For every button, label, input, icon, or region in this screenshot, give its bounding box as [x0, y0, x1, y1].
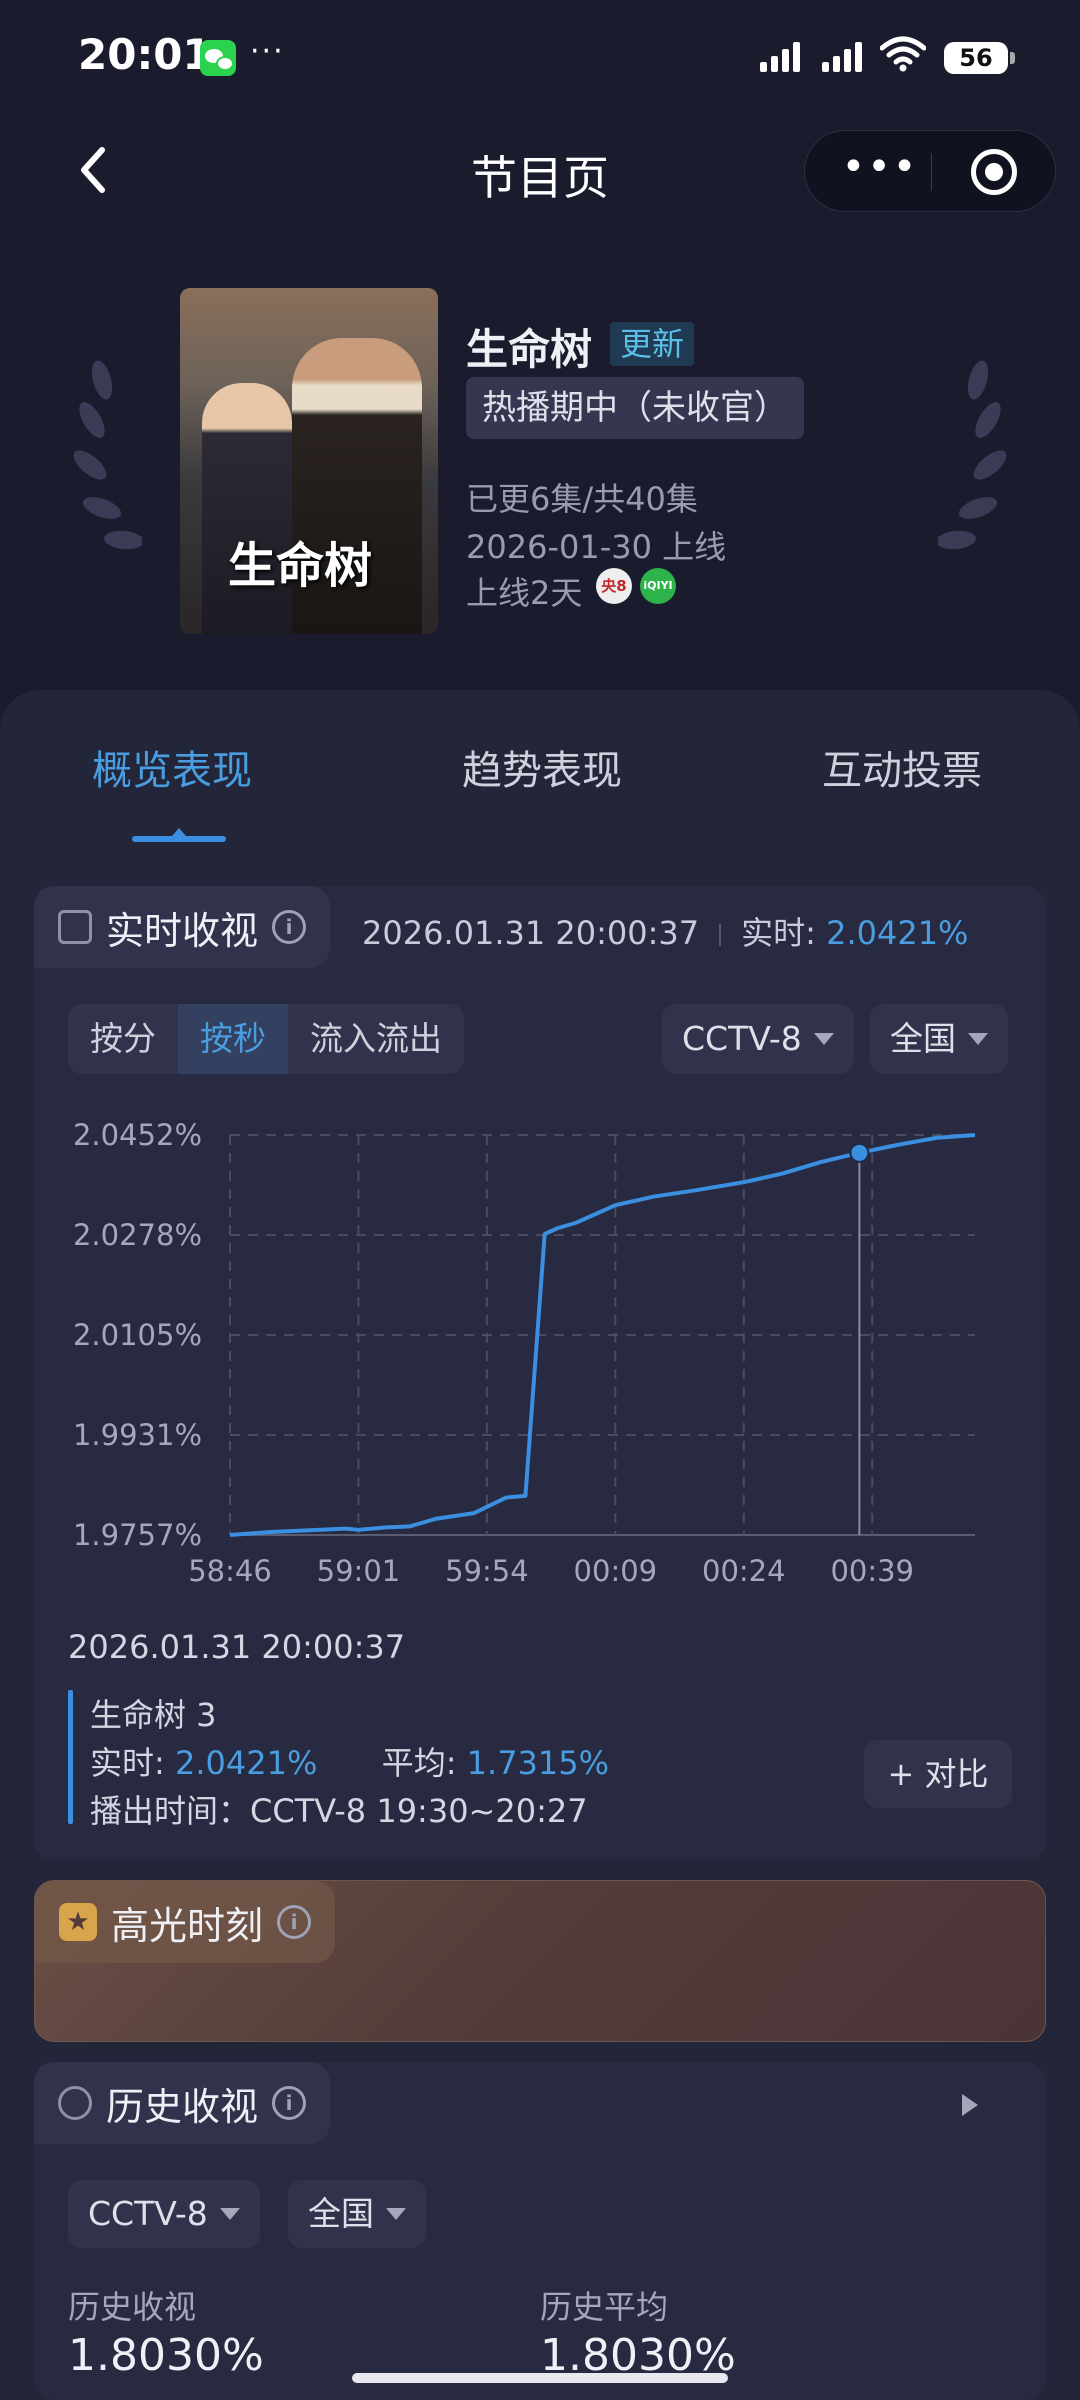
mini-program-capsule: ••• — [804, 130, 1056, 212]
wifi-icon — [880, 36, 926, 72]
y-tick-label: 2.0452% — [73, 1118, 202, 1152]
more-options-button[interactable]: ••• — [825, 131, 935, 211]
laurel-left-icon — [73, 360, 142, 550]
battery-indicator: 56 — [944, 42, 1015, 74]
tab-vote[interactable]: 互动投票 — [822, 738, 982, 796]
info-icon[interactable]: i — [277, 1905, 312, 1939]
history-channel-value: CCTV-8 — [88, 2194, 208, 2233]
cellular-signal-icon — [760, 42, 800, 72]
detail-values: 实时: 2.0421% 平均: 1.7315% — [90, 1738, 609, 1784]
play-arrow-icon[interactable] — [962, 2094, 978, 2116]
show-name: 生命树 — [466, 325, 593, 374]
premiere-date: 2026-01-30 上线 — [466, 528, 727, 566]
home-indicator — [352, 2373, 728, 2383]
detail-realtime-value: 2.0421% — [174, 1744, 318, 1782]
y-tick-label: 1.9757% — [73, 1518, 202, 1552]
detail-accent-bar — [68, 1690, 73, 1824]
segment-flow[interactable]: 流入流出 — [288, 1004, 464, 1074]
selected-point — [849, 1142, 870, 1163]
segment-by-second[interactable]: 按秒 — [178, 1004, 288, 1074]
detail-show-line: 生命树 3 — [90, 1696, 217, 1734]
detail-date: 2026.01.31 20:00:37 — [68, 1628, 406, 1666]
detail-airtime: 播出时间：CCTV-8 19:30~20:27 — [90, 1792, 588, 1830]
highlight-header: ★ 高光时刻 i — [35, 1881, 336, 1963]
info-icon[interactable]: i — [272, 910, 307, 944]
region-dropdown[interactable]: 全国 — [870, 1004, 1008, 1074]
x-tick-label: 00:24 — [702, 1554, 786, 1588]
realtime-value: 2.0421% — [826, 914, 969, 952]
region-value: 全国 — [890, 1019, 956, 1058]
capsule-divider — [931, 153, 932, 191]
star-icon: ★ — [59, 1903, 97, 1941]
episode-count: 已更6集/共40集 — [466, 480, 698, 518]
poster-title: 生命树 — [228, 538, 373, 594]
x-tick-label: 59:54 — [445, 1554, 529, 1588]
x-tick-label: 00:09 — [574, 1554, 658, 1588]
channel-value: CCTV-8 — [682, 1019, 802, 1058]
history-channel-dropdown[interactable]: CCTV-8 — [68, 2180, 260, 2248]
info-icon[interactable]: i — [272, 2086, 307, 2120]
granularity-segmented-control: 按分 按秒 流入流出 — [68, 1004, 464, 1074]
realtime-title: 实时收视 — [106, 908, 259, 953]
realtime-meta: 2026.01.31 20:00:37 实时: 2.0421% — [362, 908, 968, 954]
history-region-dropdown[interactable]: 全国 — [288, 2180, 426, 2248]
days-online: 上线2天 — [466, 574, 583, 612]
history-region-value: 全国 — [308, 2194, 374, 2233]
update-badge: 更新 — [610, 322, 695, 366]
chevron-down-icon — [386, 2208, 406, 2220]
x-tick-label: 59:01 — [317, 1554, 401, 1588]
y-tick-label: 2.0105% — [73, 1318, 202, 1352]
detail-realtime-label: 实时: — [90, 1744, 165, 1782]
film-reel-icon — [58, 2086, 92, 2120]
tab-active-indicator — [132, 828, 226, 842]
history-header: 历史收视 i — [34, 2062, 331, 2144]
history-rating-label: 历史收视 — [68, 2288, 197, 2326]
chevron-down-icon — [219, 2208, 240, 2220]
tv-icon — [58, 910, 92, 944]
cctv8-channel-icon: 央8 — [596, 568, 632, 604]
highlight-title: 高光时刻 — [111, 1903, 264, 1948]
chevron-down-icon — [813, 1033, 834, 1045]
realtime-header: 实时收视 i — [34, 886, 331, 968]
cellular-signal-2-icon — [822, 42, 862, 72]
history-avg-label: 历史平均 — [540, 2288, 669, 2326]
history-title: 历史收视 — [106, 2084, 259, 2129]
x-tick-label: 58:46 — [188, 1554, 272, 1588]
history-rating-value: 1.8030% — [68, 2330, 264, 2381]
close-mini-program-icon[interactable] — [971, 149, 1017, 195]
detail-avg-label: 平均: — [381, 1744, 457, 1782]
tab-overview[interactable]: 概览表现 — [92, 738, 252, 796]
iqiyi-platform-icon: iQIYI — [640, 568, 676, 604]
y-tick-label: 2.0278% — [73, 1218, 202, 1252]
status-time: 20:01 — [78, 30, 212, 79]
show-poster[interactable]: 生命树 — [180, 288, 438, 634]
realtime-line-chart[interactable]: 1.9757% 1.9931% 2.0105% 2.0278% 2.0452% 58:46… — [40, 1110, 1000, 1590]
status-more-icon: ··· — [250, 34, 285, 69]
wechat-icon — [200, 40, 236, 76]
compare-button[interactable]: + 对比 — [864, 1740, 1012, 1808]
detail-avg-value: 1.7315% — [466, 1744, 610, 1782]
laurel-right-icon — [938, 360, 1007, 550]
tab-trend[interactable]: 趋势表现 — [462, 738, 622, 796]
x-tick-label: 00:39 — [830, 1554, 914, 1588]
highlight-section[interactable]: ★ 高光时刻 i — [34, 1880, 1046, 2042]
realtime-timestamp: 2026.01.31 20:00:37 — [362, 914, 700, 952]
realtime-label: 实时: — [741, 914, 816, 952]
chevron-down-icon — [968, 1033, 988, 1045]
y-tick-label: 1.9931% — [73, 1418, 202, 1452]
channel-dropdown[interactable]: CCTV-8 — [662, 1004, 854, 1074]
airing-status: 热播期中（未收官） — [466, 377, 804, 439]
segment-by-minute[interactable]: 按分 — [68, 1004, 178, 1074]
